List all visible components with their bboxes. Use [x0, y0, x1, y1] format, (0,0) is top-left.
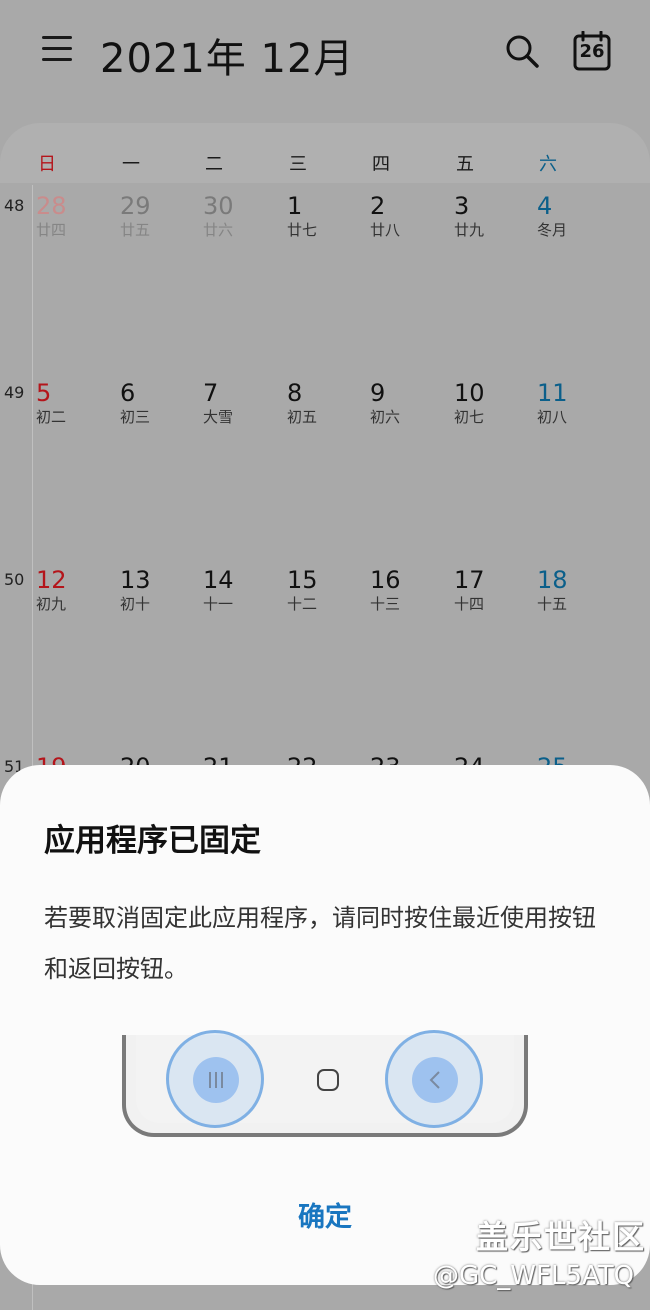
- day-number: 5: [36, 379, 52, 407]
- day-cell[interactable]: 29 廿五: [120, 192, 180, 240]
- weekday-label: 五: [456, 154, 474, 175]
- day-number: 29: [120, 192, 151, 220]
- lunar-date: 初十: [120, 595, 151, 613]
- lunar-date: 初七: [454, 408, 485, 426]
- month-title[interactable]: 2021年 12月: [100, 26, 354, 84]
- watermark-brand: 盖乐世社区: [476, 1218, 647, 1256]
- lunar-date: 十一: [203, 595, 234, 613]
- day-cell[interactable]: 17 十四: [454, 566, 514, 614]
- recents-icon: [209, 1072, 223, 1088]
- day-cell[interactable]: 2 廿八: [370, 192, 430, 240]
- day-cell[interactable]: 8 初五: [287, 379, 347, 427]
- watermark-handle: @GC_WFL5ATQ: [433, 1261, 635, 1291]
- lunar-date: 初六: [370, 408, 401, 426]
- recents-button-highlight: [166, 1030, 264, 1128]
- day-number: 4: [537, 192, 553, 220]
- weekday-label: 三: [289, 154, 307, 175]
- lunar-date: 初八: [537, 408, 568, 426]
- day-cell[interactable]: 6 初三: [120, 379, 180, 427]
- day-cell[interactable]: 18 十五: [537, 566, 597, 614]
- lunar-date: 初九: [36, 595, 67, 613]
- day-number: 30: [203, 192, 234, 220]
- lunar-date: 初五: [287, 408, 318, 426]
- day-number: 17: [454, 566, 485, 594]
- day-cell[interactable]: 4 冬月: [537, 192, 597, 240]
- day-cell[interactable]: 16 十三: [370, 566, 430, 614]
- day-number: 18: [537, 566, 568, 594]
- weekday-label: 二: [205, 154, 223, 175]
- day-number: 13: [120, 566, 151, 594]
- lunar-date: 十二: [287, 595, 318, 613]
- day-number: 10: [454, 379, 485, 407]
- back-button-highlight: [385, 1030, 483, 1128]
- day-number: 2: [370, 192, 386, 220]
- app-bar: 2021年 12月 26: [0, 0, 650, 110]
- day-number: 28: [36, 192, 67, 220]
- day-cell[interactable]: 13 初十: [120, 566, 180, 614]
- lunar-date: 初三: [120, 408, 151, 426]
- lunar-date: 初二: [36, 408, 67, 426]
- day-number: 11: [537, 379, 568, 407]
- lunar-date: 冬月: [537, 221, 568, 239]
- day-number: 7: [203, 379, 219, 407]
- back-chevron-icon: [429, 1071, 440, 1089]
- dialog-title: 应用程序已固定: [44, 823, 261, 859]
- day-number: 12: [36, 566, 67, 594]
- day-number: 1: [287, 192, 303, 220]
- day-cell[interactable]: 14 十一: [203, 566, 263, 614]
- weekday-label: 四: [372, 154, 390, 175]
- lunar-date: 廿九: [454, 221, 485, 239]
- day-cell[interactable]: 9 初六: [370, 379, 430, 427]
- today-date-badge: 26: [579, 41, 605, 62]
- day-cell[interactable]: 30 廿六: [203, 192, 263, 240]
- lunar-date: 十五: [537, 595, 568, 613]
- weekday-label: 日: [38, 154, 56, 175]
- week-number: 49: [4, 383, 25, 402]
- day-number: 15: [287, 566, 318, 594]
- search-icon[interactable]: [505, 34, 539, 68]
- week-number: 50: [4, 570, 25, 589]
- day-cell[interactable]: 15 十二: [287, 566, 347, 614]
- confirm-button[interactable]: 确定: [275, 1195, 375, 1234]
- lunar-date: 廿五: [120, 221, 151, 239]
- day-cell[interactable]: 7 大雪: [203, 379, 263, 427]
- lunar-date: 十四: [454, 595, 485, 613]
- weekday-label: 六: [539, 154, 557, 175]
- day-cell[interactable]: 5 初二: [36, 379, 96, 427]
- menu-icon[interactable]: [42, 36, 72, 62]
- lunar-date: 廿八: [370, 221, 401, 239]
- dialog-message: 若要取消固定此应用程序，请同时按住最近使用按钮和返回按钮。: [44, 904, 596, 983]
- today-calendar-icon[interactable]: 26: [573, 31, 611, 71]
- lunar-date: 廿四: [36, 221, 67, 239]
- day-number: 8: [287, 379, 303, 407]
- day-cell[interactable]: 12 初九: [36, 566, 96, 614]
- week-number: 48: [4, 196, 25, 215]
- day-number: 6: [120, 379, 136, 407]
- day-number: 9: [370, 379, 386, 407]
- day-number: 3: [454, 192, 470, 220]
- lunar-date: 廿六: [203, 221, 234, 239]
- pin-dialog: 应用程序已固定 若要取消固定此应用程序，请同时按住最近使用按钮和返回按钮。 确定: [0, 765, 650, 1285]
- day-cell[interactable]: 3 廿九: [454, 192, 514, 240]
- home-icon: [317, 1069, 339, 1091]
- day-cell[interactable]: 28 廿四: [36, 192, 96, 240]
- lunar-date: 大雪: [203, 408, 234, 426]
- day-number: 14: [203, 566, 234, 594]
- day-cell[interactable]: 10 初七: [454, 379, 514, 427]
- lunar-date: 十三: [370, 595, 401, 613]
- lunar-date: 廿七: [287, 221, 318, 239]
- day-cell[interactable]: 11 初八: [537, 379, 597, 427]
- day-number: 16: [370, 566, 401, 594]
- day-cell[interactable]: 1 廿七: [287, 192, 347, 240]
- weekday-label: 一: [122, 154, 140, 175]
